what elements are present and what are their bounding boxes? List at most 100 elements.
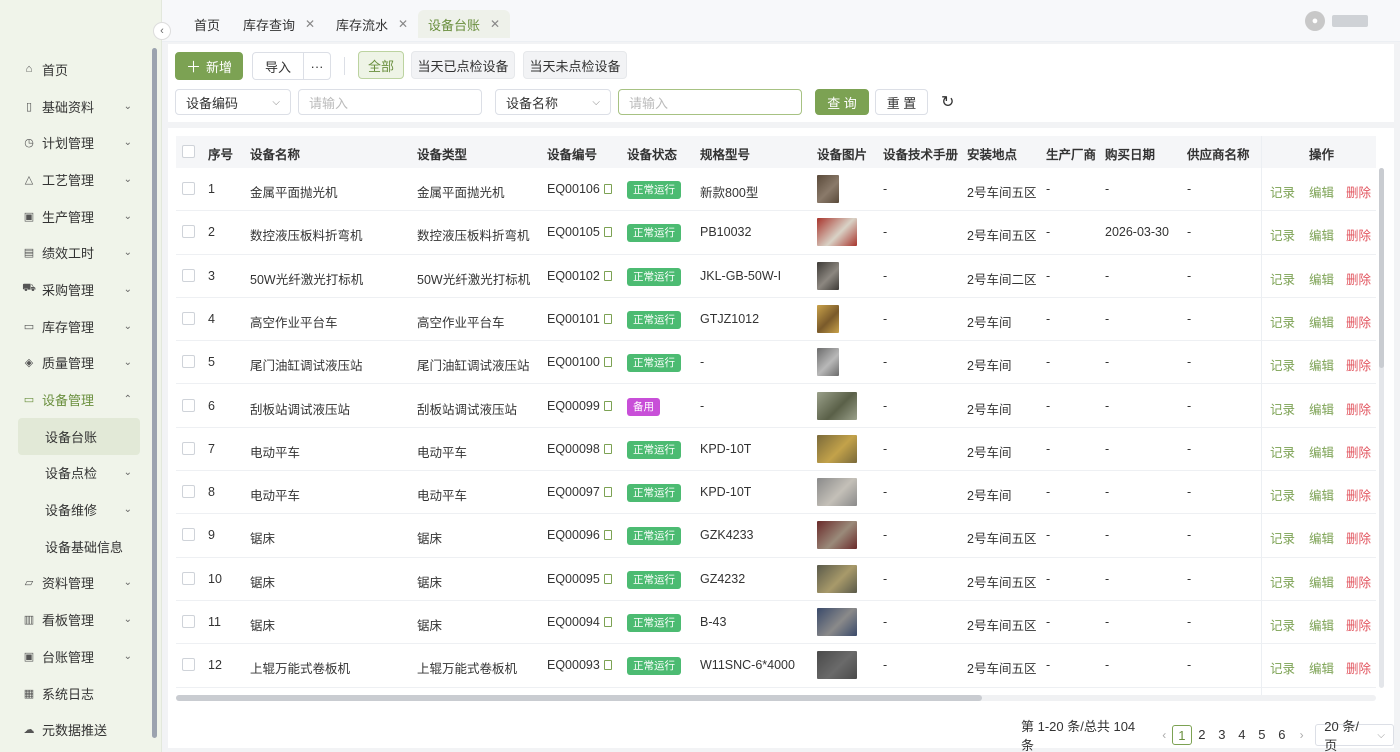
table-row[interactable]: 12 上辊万能式卷板机 上辊万能式卷板机 W11SNC-6*4000-2号车间五区 - -…	[176, 644, 1376, 688]
edit-link[interactable]: 编辑	[1309, 182, 1334, 201]
col-header-model[interactable]: 规格型号	[700, 144, 750, 163]
row-checkbox[interactable]	[182, 398, 195, 412]
table-row[interactable]: 8 电动平车 电动平车 KPD-10T - 2号车间 - - - EQ00097 正常运行 记录 编辑删…	[176, 471, 1376, 515]
delete-link[interactable]: 删除	[1346, 572, 1371, 591]
search-field-select-2[interactable]: 设备名称 ⌵	[495, 89, 611, 115]
delete-link[interactable]: 删除	[1346, 658, 1371, 677]
edit-link[interactable]: 编辑	[1309, 615, 1334, 634]
copy-icon[interactable]	[603, 270, 612, 281]
sidebar-scrollbar[interactable]	[152, 48, 157, 738]
delete-link[interactable]: 删除	[1346, 182, 1371, 201]
col-header-maker[interactable]: 生产厂商	[1046, 144, 1096, 163]
table-row[interactable]: 3 50W光纤激光打标机 50W光纤激光打标机 JKL-GB-50W-I -2号车间二区…	[176, 255, 1376, 298]
record-link[interactable]: 记录	[1270, 269, 1295, 288]
equipment-photo[interactable]	[817, 564, 857, 593]
row-checkbox[interactable]	[182, 225, 195, 239]
sidebar-item-home[interactable]: ⌂ 首页	[0, 51, 152, 88]
col-header-status[interactable]: 设备状态	[627, 144, 677, 163]
delete-link[interactable]: 删除	[1346, 269, 1371, 288]
copy-icon[interactable]	[603, 617, 612, 627]
delete-link[interactable]: 删除	[1346, 485, 1371, 504]
delete-link[interactable]: 删除	[1346, 312, 1371, 331]
page-4[interactable]: 4	[1232, 725, 1252, 745]
table-row[interactable]: 9 锯床 锯床 GZK4233-2号车间五区 - - - EQ00096 正常运行 记录 编辑 删除	[176, 514, 1376, 558]
equipment-photo[interactable]	[817, 521, 857, 550]
col-header-supplier[interactable]: 供应商名称	[1187, 144, 1250, 163]
sidebar-item-clock[interactable]: ◷ 计划管理 ⌄	[0, 124, 152, 161]
copy-icon[interactable]	[603, 443, 612, 454]
col-header-type[interactable]: 设备类型	[417, 144, 467, 163]
table-row[interactable]: 4 高空作业平台车 高空作业平台车 GTJZ1012 - 2号车间 - - - EQ00101 正常…	[176, 298, 1376, 342]
import-button[interactable]: 导入	[252, 52, 304, 80]
sidebar-item-production[interactable]: ▣ 生产管理 ⌄	[0, 198, 152, 235]
select-all-checkbox[interactable]	[182, 145, 195, 158]
record-link[interactable]: 记录	[1270, 355, 1295, 374]
edit-link[interactable]: 编辑	[1309, 572, 1334, 591]
table-row[interactable]: 11 锯床 锯床 B-43-2号车间五区 - - - EQ00094 正常运行 记录 编辑 删除	[176, 601, 1376, 645]
edit-link[interactable]: 编辑	[1309, 312, 1334, 331]
page-2[interactable]: 2	[1192, 725, 1212, 745]
row-checkbox[interactable]	[182, 485, 195, 499]
table-row[interactable]: 5 尾门油缸调试液压站 尾门油缸调试液压站 - - 2号车间 - - - EQ00100 正常运行 记…	[176, 341, 1376, 385]
record-link[interactable]: 记录	[1270, 442, 1295, 461]
record-link[interactable]: 记录	[1270, 225, 1295, 244]
copy-icon[interactable]	[603, 400, 612, 411]
next-page-icon[interactable]: ›	[1294, 728, 1309, 742]
user-menu[interactable]: ●	[1305, 11, 1368, 31]
more-button[interactable]: ···	[303, 52, 331, 80]
copy-icon[interactable]	[603, 530, 612, 541]
equipment-photo[interactable]	[817, 608, 857, 636]
delete-link[interactable]: 删除	[1346, 528, 1371, 547]
row-checkbox[interactable]	[182, 311, 195, 325]
equipment-photo[interactable]	[817, 434, 857, 463]
edit-link[interactable]: 编辑	[1309, 442, 1334, 461]
record-link[interactable]: 记录	[1270, 528, 1295, 547]
table-row[interactable]: 7 电动平车 电动平车 KPD-10T - 2号车间 - - - EQ00098 正常运行 记录 编辑删…	[176, 428, 1376, 472]
delete-link[interactable]: 删除	[1346, 615, 1371, 634]
row-checkbox[interactable]	[182, 182, 195, 195]
record-link[interactable]: 记录	[1270, 312, 1295, 331]
page-size-select[interactable]: 20 条/页 ⌵	[1315, 719, 1394, 752]
row-checkbox[interactable]	[182, 571, 195, 585]
row-checkbox[interactable]	[182, 268, 195, 282]
table-row[interactable]: 2 数控液压板料折弯机 数控液压板料折弯机 PB10032-2号车间五区 -2026-0…	[176, 211, 1376, 255]
record-link[interactable]: 记录	[1270, 572, 1295, 591]
copy-icon[interactable]	[603, 487, 612, 498]
table-row[interactable]: 10 锯床 锯床 GZ4232-2号车间五区 - - - EQ00095 正常运行 记录 编辑 删除	[176, 558, 1376, 601]
copy-icon[interactable]	[603, 357, 612, 368]
search-input-2[interactable]: 请输入	[618, 89, 802, 115]
edit-link[interactable]: 编辑	[1309, 269, 1334, 288]
delete-link[interactable]: 删除	[1346, 399, 1371, 418]
sidebar-item-folder[interactable]: ▱ 资料管理 ⌄	[0, 565, 152, 602]
table-horizontal-scrollbar[interactable]	[176, 695, 1376, 701]
sidebar-item-ledger[interactable]: ▣ 台账管理 ⌄	[0, 638, 152, 675]
filter-all[interactable]: 全部	[358, 51, 404, 79]
delete-link[interactable]: 删除	[1346, 225, 1371, 244]
delete-link[interactable]: 删除	[1346, 442, 1371, 461]
sidebar-subitem[interactable]: 设备维修 ⌄	[0, 491, 152, 528]
equipment-photo[interactable]	[817, 391, 857, 420]
table-row[interactable]: 6 刮板站调试液压站 刮板站调试液压站 - - 2号车间 - - - EQ00099 备用 记录 编辑删…	[176, 385, 1376, 428]
sidebar-item-process[interactable]: △ 工艺管理 ⌄	[0, 161, 152, 198]
sidebar-item-monitor[interactable]: ▭ 设备管理 ⌃	[0, 381, 152, 418]
record-link[interactable]: 记录	[1270, 182, 1295, 201]
equipment-photo[interactable]	[817, 218, 857, 247]
row-checkbox[interactable]	[182, 528, 195, 542]
search-field-select-1[interactable]: 设备编码 ⌵	[175, 89, 291, 115]
sidebar-item-inventory[interactable]: ▭ 库存管理 ⌄	[0, 308, 152, 345]
col-header-code[interactable]: 设备编号	[547, 144, 597, 163]
filter-checked-today[interactable]: 当天已点检设备	[411, 51, 515, 79]
record-link[interactable]: 记录	[1270, 615, 1295, 634]
record-link[interactable]: 记录	[1270, 485, 1295, 504]
sidebar-item-cloud[interactable]: ☁ 元数据推送	[0, 711, 152, 748]
page-3[interactable]: 3	[1212, 725, 1232, 745]
sidebar-item-shield[interactable]: ◈ 质量管理 ⌄	[0, 345, 152, 382]
edit-link[interactable]: 编辑	[1309, 528, 1334, 547]
tab-inventory-flow[interactable]: 库存流水 ✕	[326, 10, 418, 38]
equipment-photo[interactable]	[817, 478, 857, 507]
avatar[interactable]: ●	[1305, 11, 1325, 31]
col-header-location[interactable]: 安装地点	[967, 144, 1017, 163]
page-6[interactable]: 6	[1272, 725, 1292, 745]
edit-link[interactable]: 编辑	[1309, 225, 1334, 244]
equipment-photo[interactable]	[817, 261, 839, 290]
